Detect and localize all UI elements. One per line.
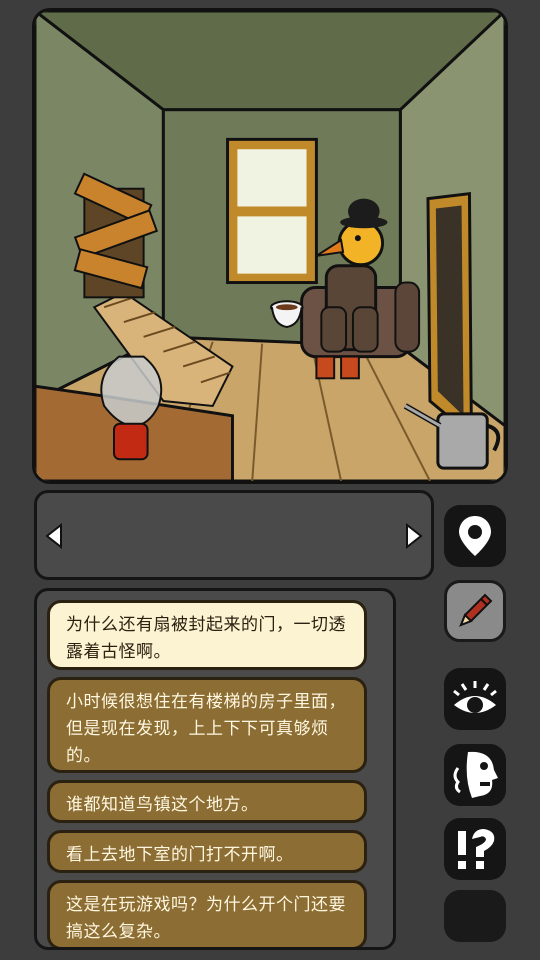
boarded-door[interactable] xyxy=(73,172,159,299)
talk-button[interactable] xyxy=(444,744,506,806)
dialog-options-panel: 为什么还有扇被封起来的门，一切透露着古怪啊。 小时候很想住在有楼梯的房子里面，但… xyxy=(34,588,396,950)
doorway[interactable] xyxy=(426,192,473,439)
chevron-left-icon[interactable] xyxy=(45,523,63,549)
notes-button[interactable] xyxy=(444,580,506,642)
exclamation-question-icon xyxy=(458,829,495,869)
dialog-option[interactable]: 看上去地下室的门打不开啊。 xyxy=(47,830,367,873)
map-button[interactable] xyxy=(444,505,506,567)
pencil-icon xyxy=(459,593,493,627)
inventory-bar[interactable] xyxy=(34,490,434,580)
eye-icon xyxy=(453,681,497,713)
dialog-option[interactable]: 小时候很想住在有楼梯的房子里面，但是现在发现，上上下下可真够烦的。 xyxy=(47,677,367,773)
dialog-option[interactable]: 为什么还有扇被封起来的门，一切透露着古怪啊。 xyxy=(47,600,367,670)
think-button[interactable] xyxy=(444,818,506,880)
look-button[interactable] xyxy=(444,668,506,730)
dialog-option[interactable]: 这是在玩游戏吗？为什么开个门还要搞这么复杂。 xyxy=(47,880,367,947)
dialog-option[interactable]: 谁都知道鸟镇这个地方。 xyxy=(47,780,367,823)
scene-view[interactable] xyxy=(32,8,508,484)
face-profile-icon xyxy=(453,751,498,798)
location-pin-icon xyxy=(459,516,491,556)
chevron-right-icon[interactable] xyxy=(405,523,423,549)
empty-slot-button[interactable] xyxy=(444,890,506,942)
window xyxy=(226,137,318,285)
